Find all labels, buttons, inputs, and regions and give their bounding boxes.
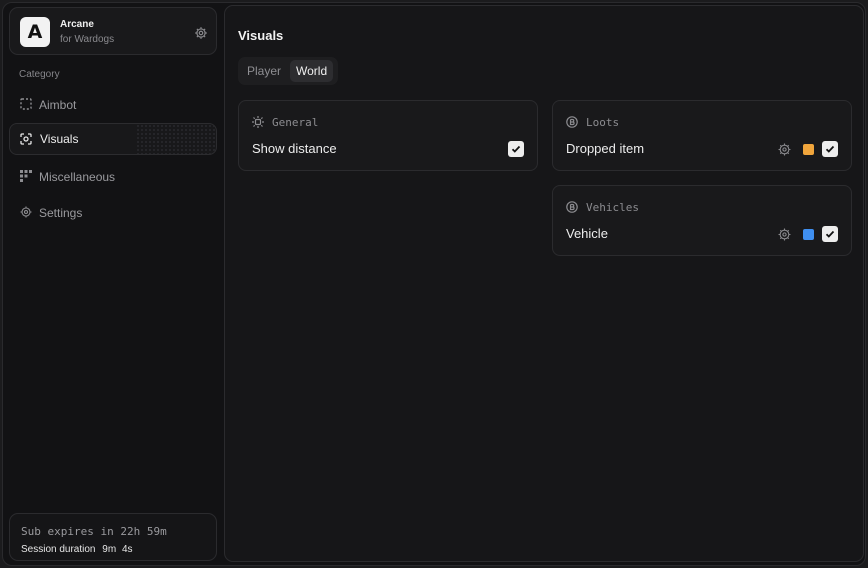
eye-scan-icon bbox=[20, 133, 32, 145]
gear-icon[interactable] bbox=[778, 143, 791, 156]
app-name: Arcane bbox=[60, 19, 94, 30]
crosshair-dashed-icon bbox=[20, 98, 32, 110]
tab-player[interactable]: Player bbox=[241, 60, 287, 82]
general-card: General Show distance bbox=[238, 100, 538, 171]
show-distance-label: Show distance bbox=[252, 141, 337, 156]
sidebar-item-visuals[interactable]: Visuals bbox=[9, 123, 217, 155]
gear-icon[interactable] bbox=[194, 26, 208, 40]
check-icon bbox=[511, 145, 521, 153]
vehicles-color-swatch[interactable] bbox=[803, 229, 814, 240]
card-title: Loots bbox=[586, 116, 620, 129]
sidebar-item-label: Miscellaneous bbox=[39, 170, 116, 184]
coin-icon bbox=[566, 116, 578, 128]
dropped-item-checkbox[interactable] bbox=[822, 141, 838, 157]
app-subtitle: for Wardogs bbox=[60, 34, 115, 45]
sun-dashed-icon bbox=[252, 116, 264, 128]
check-icon bbox=[825, 145, 835, 153]
sidebar-item-label: Aimbot bbox=[39, 98, 77, 112]
tab-bar: Player World bbox=[238, 57, 338, 85]
session-duration: Session duration 9m 4s bbox=[21, 544, 133, 555]
gear-icon bbox=[20, 206, 32, 218]
main-panel: Visuals Player World General Show distan… bbox=[224, 5, 864, 562]
vehicles-card: Vehicles Vehicle bbox=[552, 185, 852, 256]
card-title: Vehicles bbox=[586, 201, 639, 214]
card-title: General bbox=[272, 116, 319, 129]
session-seconds: 4s bbox=[121, 544, 133, 555]
grid-icon bbox=[20, 170, 32, 182]
subscription-expiry: Sub expires in 22h 59m bbox=[21, 525, 167, 538]
show-distance-checkbox[interactable] bbox=[508, 141, 524, 157]
session-label: Session duration bbox=[21, 544, 96, 555]
gear-icon[interactable] bbox=[778, 228, 791, 241]
page-title: Visuals bbox=[238, 28, 284, 43]
sidebar-item-aimbot[interactable]: Aimbot bbox=[9, 89, 217, 121]
loots-card: Loots Dropped item bbox=[552, 100, 852, 171]
sidebar-item-settings[interactable]: Settings bbox=[9, 197, 217, 229]
subscription-panel: Sub expires in 22h 59m Session duration … bbox=[9, 513, 217, 561]
vehicle-checkbox[interactable] bbox=[822, 226, 838, 242]
sidebar-item-miscellaneous[interactable]: Miscellaneous bbox=[9, 161, 217, 193]
app-logo: A bbox=[20, 17, 50, 47]
tab-world[interactable]: World bbox=[290, 60, 334, 82]
category-label: Category bbox=[19, 69, 60, 80]
vehicle-label: Vehicle bbox=[566, 226, 608, 241]
sidebar-item-label: Visuals bbox=[40, 132, 79, 146]
dropped-item-label: Dropped item bbox=[566, 141, 645, 156]
coin-icon bbox=[566, 201, 578, 213]
sidebar: A Arcane for Wardogs Category Aimbot Vis… bbox=[3, 3, 223, 565]
session-minutes: 9m bbox=[102, 544, 117, 555]
brand-card: A Arcane for Wardogs bbox=[9, 7, 217, 55]
loots-color-swatch[interactable] bbox=[803, 144, 814, 155]
sidebar-item-label: Settings bbox=[39, 206, 83, 220]
check-icon bbox=[825, 230, 835, 238]
app-window: A Arcane for Wardogs Category Aimbot Vis… bbox=[2, 2, 866, 566]
